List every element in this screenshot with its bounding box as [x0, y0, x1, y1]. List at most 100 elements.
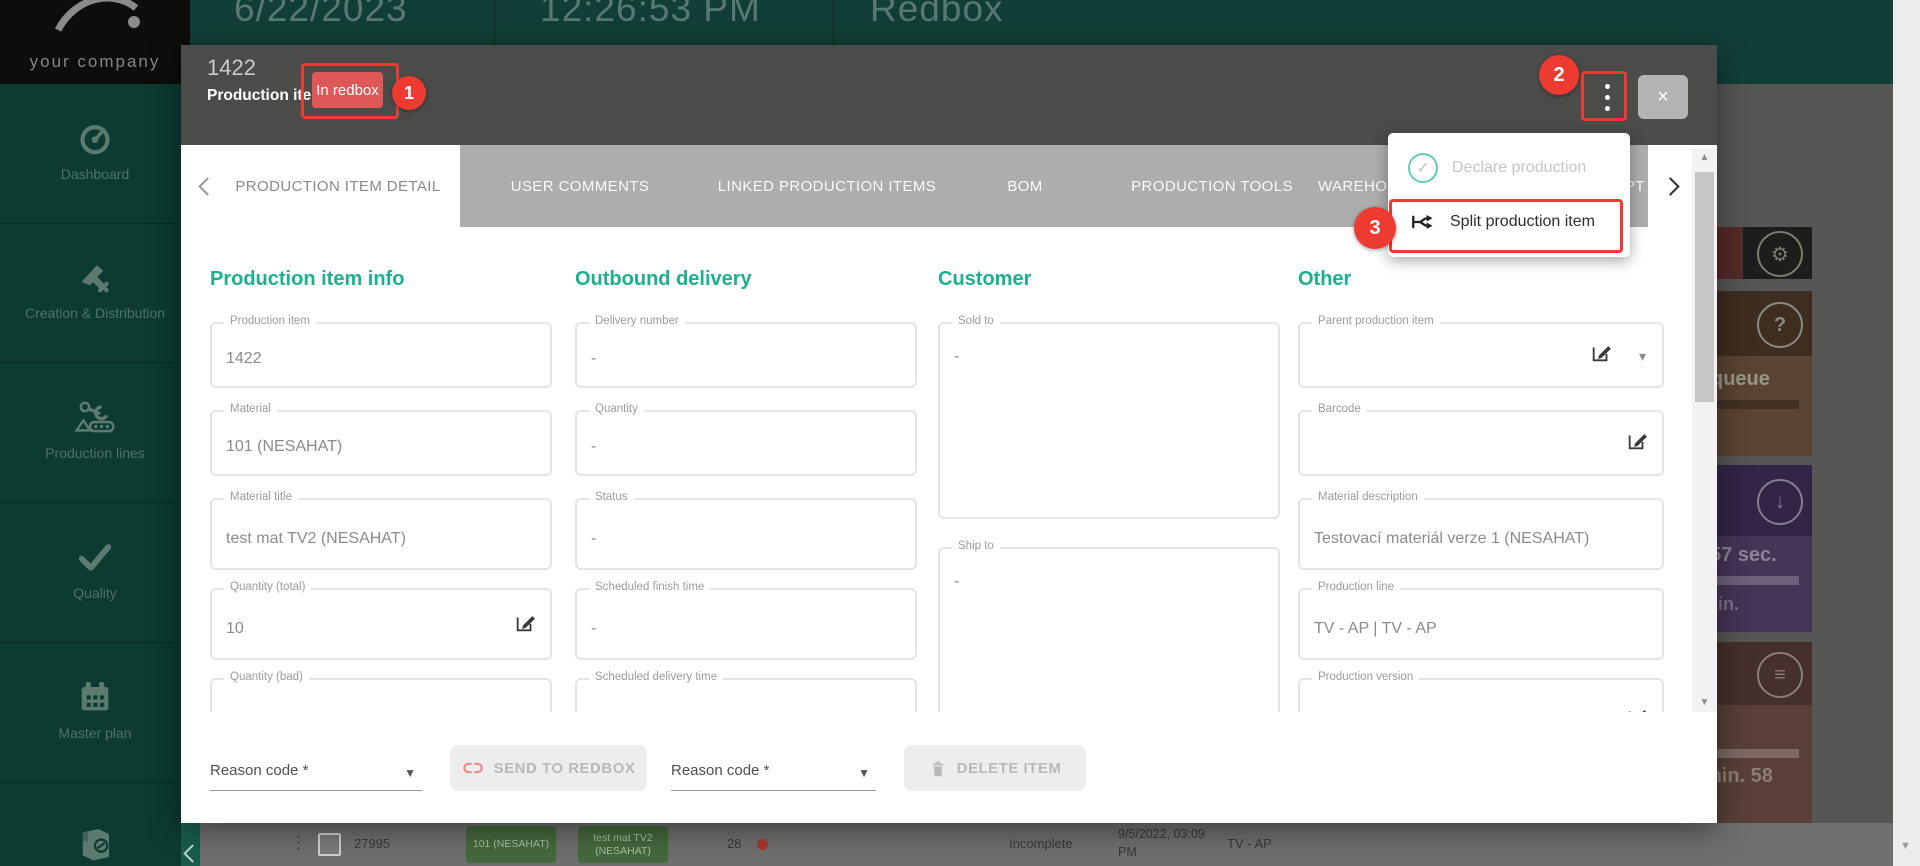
sidebar-item-redbox[interactable] [0, 783, 190, 866]
annotation-box-1 [301, 63, 399, 119]
field-value: - [591, 620, 596, 638]
field-barcode[interactable]: Barcode [1298, 410, 1664, 476]
field-value: - [591, 530, 596, 548]
reason-code-label: Reason code * [210, 762, 308, 779]
scrollbar-thumb[interactable] [1695, 172, 1714, 402]
field-value: Testovací materiál verze 1 (NESAHAT) [1314, 530, 1589, 548]
field-label: Material title [224, 491, 298, 503]
company-logo: your company [0, 0, 190, 84]
red-status-dot [757, 839, 768, 850]
tab-production-item-detail[interactable]: PRODUCTION ITEM DETAIL [235, 178, 440, 195]
field-quantity-total[interactable]: Quantity (total) 10 [210, 588, 552, 660]
tab-linked-production-items[interactable]: LINKED PRODUCTION ITEMS [718, 178, 936, 195]
annotation-number-3: 3 [1354, 207, 1396, 249]
tab-user-comments[interactable]: USER COMMENTS [511, 178, 650, 195]
reason-code-label: Reason code * [671, 762, 769, 779]
field-material-description[interactable]: Material description Testovací materiál … [1298, 498, 1664, 570]
close-button[interactable]: × [1638, 75, 1688, 119]
page-scrollbar[interactable]: ▼ [1893, 0, 1920, 866]
reason-code-select-1[interactable]: Reason code * ▼ [210, 760, 422, 791]
section-title: Customer [938, 268, 1031, 291]
link-icon [462, 757, 484, 779]
field-material-title[interactable]: Material title test mat TV2 (NESAHAT) [210, 498, 552, 570]
scroll-down-icon[interactable]: ▼ [1692, 697, 1717, 708]
field-label: Production line [1312, 581, 1400, 593]
edit-icon[interactable] [1626, 430, 1648, 452]
material-badge: 101 (NESAHAT) [466, 826, 556, 863]
production-line-icon [0, 397, 190, 437]
gauge-icon [0, 118, 190, 158]
sidebar-item-creation-distribution[interactable]: Creation & Distribution [0, 223, 190, 363]
modal-title: 1422 [207, 55, 256, 81]
sidebar-item-dashboard[interactable]: Dashboard [0, 84, 190, 224]
field-label: Scheduled finish time [589, 581, 710, 593]
sidebar-item-label: Quality [0, 585, 190, 601]
field-label: Material description [1312, 491, 1424, 503]
scroll-up-icon[interactable]: ▲ [1692, 152, 1717, 163]
send-to-redbox-label: SEND TO REDBOX [494, 760, 636, 777]
field-production-line[interactable]: Production line TV - AP | TV - AP [1298, 588, 1664, 660]
field-parent-production-item[interactable]: Parent production item ▾ [1298, 322, 1664, 388]
field-value: 101 (NESAHAT) [226, 438, 342, 456]
field-label: Parent production item [1312, 315, 1440, 327]
tabs-scroll-right-icon[interactable] [1661, 177, 1679, 195]
menu-item-declare-production[interactable]: ✓ Declare production [1388, 141, 1630, 195]
field-scheduled-delivery-time[interactable]: Scheduled delivery time [575, 678, 917, 712]
chevron-down-icon[interactable]: ▾ [1639, 348, 1646, 365]
delete-item-button[interactable]: DELETE ITEM [904, 745, 1086, 791]
modal-footer: Reason code * ▼ SEND TO REDBOX Reason co… [181, 712, 1717, 823]
card-gear-panel[interactable]: ⚙ [1743, 227, 1812, 279]
modal-scrollbar[interactable]: ▲ ▼ [1692, 148, 1717, 712]
field-quantity-bad[interactable]: Quantity (bad) [210, 678, 552, 712]
field-delivery-quantity[interactable]: Quantity - [575, 410, 917, 476]
question-icon: ? [1757, 302, 1803, 348]
field-value: test mat TV2 (NESAHAT) [226, 530, 406, 548]
screen: your company Dashboard Creation & Distri… [0, 0, 1920, 866]
sidebar-item-label: Production lines [0, 445, 190, 461]
tab-bom[interactable]: BOM [1007, 178, 1042, 195]
annotation-number-2: 2 [1539, 55, 1579, 95]
reason-code-select-2[interactable]: Reason code * ▼ [671, 760, 876, 791]
field-sold-to[interactable]: Sold to - [938, 322, 1280, 519]
row-quantity: 28 [727, 836, 741, 851]
menu-item-label: Declare production [1452, 159, 1586, 177]
sidebar-item-quality[interactable]: Quality [0, 503, 190, 643]
logo-swoosh-icon [48, 0, 148, 42]
material-title-badge: test mat TV2 (NESAHAT) [578, 826, 668, 863]
annotation-number-1: 1 [392, 76, 426, 110]
row-checkbox[interactable] [318, 833, 341, 856]
send-to-redbox-button[interactable]: SEND TO REDBOX [450, 745, 647, 791]
field-production-item[interactable]: Production item 1422 [210, 322, 552, 388]
sidebar-item-production-lines[interactable]: Production lines [0, 363, 190, 503]
sidebar-item-label: Master plan [0, 725, 190, 741]
field-status[interactable]: Status - [575, 498, 917, 570]
field-value: - [591, 438, 596, 456]
edit-icon[interactable] [514, 612, 536, 634]
chevron-left-icon [183, 844, 201, 862]
field-production-version[interactable]: Production version [1298, 678, 1664, 712]
scroll-down-icon[interactable]: ▼ [1900, 840, 1911, 852]
row-status: Incomplete [1009, 836, 1073, 851]
section-title: Outbound delivery [575, 268, 752, 291]
field-label: Quantity [589, 403, 644, 415]
section-title: Production item info [210, 268, 404, 291]
field-material[interactable]: Material 101 (NESAHAT) [210, 410, 552, 476]
field-ship-to[interactable]: Ship to - [938, 547, 1280, 712]
sidebar-item-master-plan[interactable]: Master plan [0, 643, 190, 783]
field-label: Material [224, 403, 277, 415]
field-label: Ship to [952, 540, 1000, 552]
field-label: Barcode [1312, 403, 1367, 415]
field-delivery-number[interactable]: Delivery number - [575, 322, 917, 388]
kebab-icon[interactable]: ⋮ [290, 833, 308, 853]
field-label: Quantity (total) [224, 581, 311, 593]
tab-production-tools[interactable]: PRODUCTION TOOLS [1131, 178, 1293, 195]
page-title: Redbox [870, 0, 1004, 30]
field-scheduled-finish-time[interactable]: Scheduled finish time - [575, 588, 917, 660]
sidebar: your company Dashboard Creation & Distri… [0, 0, 190, 866]
edit-icon[interactable] [1590, 342, 1612, 364]
list-icon: ≡ [1757, 652, 1803, 698]
field-label: Status [589, 491, 634, 503]
tabs-scroll-left-icon[interactable] [198, 177, 216, 195]
section-title: Other [1298, 268, 1351, 291]
field-label: Production item [224, 315, 316, 327]
